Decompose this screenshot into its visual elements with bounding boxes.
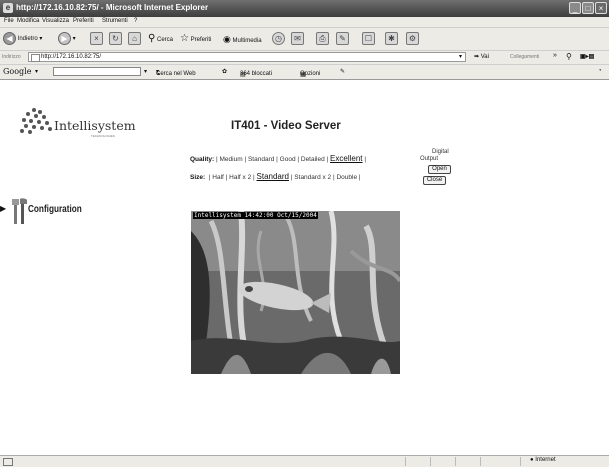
- google-settings-icon[interactable]: ◔: [598, 68, 602, 74]
- size-option[interactable]: Half: [212, 174, 224, 181]
- menu-modifica[interactable]: Modifica: [17, 18, 39, 24]
- page-status-icon: [3, 458, 13, 466]
- size-label: Size:: [190, 174, 206, 181]
- close-button[interactable]: Close: [423, 176, 446, 185]
- mail-icon[interactable]: ✉: [291, 32, 304, 45]
- history-icon[interactable]: ◷: [272, 32, 285, 45]
- discuss-icon[interactable]: ☐: [362, 32, 375, 45]
- google-search-input[interactable]: [53, 67, 141, 76]
- address-url: http://172.16.10.82:75/: [41, 54, 102, 60]
- back-button[interactable]: ◀ Indietro ▾: [3, 31, 42, 47]
- quality-row: Quality: | Medium | Standard | Good | De…: [190, 154, 367, 163]
- go-arrow-icon: ➡: [474, 54, 480, 60]
- size-option[interactable]: Half x 2: [229, 174, 251, 181]
- google-toolbar: Google ▾ ▾ ⚭ Cerca nel Web ▾ ✿ ▤ 364 blo…: [0, 65, 609, 80]
- page-content: Intellisystem TECHNOLOGIES ▶ Configurati…: [0, 80, 609, 455]
- search-button[interactable]: ⚲ Cerca: [148, 31, 173, 47]
- go-label: Vai: [480, 54, 489, 60]
- video-stream: Intellisystem 14:42:00 Oct/15/2004: [191, 211, 400, 374]
- extra-toolbar-icon[interactable]: ▣▸▤: [580, 53, 594, 60]
- zone-label: Internet: [535, 457, 556, 463]
- menu-strumenti[interactable]: Strumenti: [102, 18, 128, 24]
- window-titlebar: e http://172.16.10.82:75/ - Microsoft In…: [0, 0, 609, 17]
- size-row: Size: | Half | Half x 2 | Standard | Sta…: [190, 172, 361, 181]
- address-input[interactable]: http://172.16.10.82:75/: [28, 52, 466, 62]
- quality-option[interactable]: Good: [280, 156, 296, 163]
- google-logo[interactable]: Google: [3, 67, 31, 76]
- address-bar: Indirizzo http://172.16.10.82:75/ ▾ ➡ Va…: [0, 51, 609, 65]
- quality-option-selected[interactable]: Excellent: [330, 154, 362, 163]
- google-dropdown-icon[interactable]: ▾: [35, 68, 38, 75]
- search-toolbar-icon[interactable]: ⚲: [566, 52, 572, 61]
- ie-icon: e: [3, 3, 13, 13]
- highlight-icon[interactable]: ✎: [340, 68, 345, 75]
- logo-tagline: TECHNOLOGIES: [91, 134, 115, 138]
- forward-button[interactable]: ▶ ▾: [58, 31, 76, 47]
- standard-toolbar: ◀ Indietro ▾ ▶ ▾ × ↻ ⌂ ⚲ Cerca ☆ Preferi…: [0, 28, 609, 51]
- logo-dots-icon: [20, 108, 54, 134]
- search-icon: ⚲: [148, 33, 156, 44]
- configuration-link[interactable]: ▶ Configuration: [0, 195, 140, 225]
- video-frame-image: [191, 211, 400, 374]
- digital-label: Digital: [432, 149, 449, 155]
- forward-arrow-icon: ▶: [58, 31, 71, 45]
- globe-icon: ●: [530, 457, 534, 463]
- open-button[interactable]: Open: [428, 165, 451, 174]
- refresh-icon[interactable]: ↻: [109, 32, 122, 45]
- size-option[interactable]: Standard x 2: [294, 174, 331, 181]
- menu-preferiti[interactable]: Preferiti: [73, 18, 94, 24]
- address-dropdown-icon[interactable]: ▾: [459, 53, 462, 60]
- google-search-button[interactable]: ⚭ Cerca nel Web ▾: [156, 68, 196, 78]
- google-search-dropdown-icon[interactable]: ▾: [144, 68, 147, 75]
- minimize-button[interactable]: _: [569, 2, 581, 14]
- logo-name: Intellisystem: [54, 118, 136, 133]
- menu-visualizza[interactable]: Visualizza: [42, 18, 69, 24]
- output-label: Output: [420, 156, 439, 162]
- links-label[interactable]: Collegamenti: [510, 54, 539, 60]
- blocked-count: 364 bloccati: [240, 71, 273, 77]
- maximize-button[interactable]: □: [582, 2, 594, 14]
- google-search-label: Cerca nel Web: [156, 71, 196, 77]
- address-label: Indirizzo: [2, 54, 21, 60]
- tools-icon[interactable]: ⚙: [406, 32, 419, 45]
- video-timestamp: Intellisystem 14:42:00 Oct/15/2004: [193, 212, 318, 219]
- star-icon: ☆: [180, 33, 189, 44]
- options-label: Opzioni: [300, 71, 321, 77]
- home-icon[interactable]: ⌂: [128, 32, 141, 45]
- page-title: IT401 - Video Server: [231, 120, 341, 132]
- multimedia-button[interactable]: ◉ Multimedia: [223, 31, 262, 47]
- tools-config-icon: [12, 198, 27, 224]
- size-option-selected[interactable]: Standard: [257, 172, 289, 181]
- quality-label: Quality:: [190, 156, 215, 163]
- print-icon[interactable]: ⎙: [316, 32, 329, 45]
- links-chevron-icon[interactable]: »: [553, 52, 557, 59]
- size-option[interactable]: Double: [336, 174, 357, 181]
- multimedia-icon: ◉: [223, 34, 231, 44]
- page-icon: [31, 54, 40, 62]
- stop-icon[interactable]: ×: [90, 32, 103, 45]
- news-icon[interactable]: ✿: [222, 68, 227, 75]
- menu-bar: File Modifica Visualizza Preferiti Strum…: [0, 17, 609, 28]
- configuration-label: Configuration: [28, 204, 82, 215]
- status-bar: ● Internet: [0, 455, 609, 467]
- favorites-label: Preferiti: [190, 37, 212, 43]
- menu-file[interactable]: File: [4, 18, 14, 24]
- quality-option[interactable]: Detailed: [301, 156, 325, 163]
- quality-option[interactable]: Standard: [248, 156, 274, 163]
- back-label: Indietro: [17, 36, 38, 42]
- favorites-button[interactable]: ☆ Preferiti: [180, 31, 211, 47]
- quality-option[interactable]: Medium: [220, 156, 243, 163]
- back-arrow-icon: ◀: [3, 31, 16, 45]
- close-window-button[interactable]: ×: [595, 2, 607, 14]
- menu-help[interactable]: ?: [134, 18, 137, 24]
- go-button[interactable]: ➡ Vai: [474, 53, 489, 60]
- search-label: Cerca: [157, 37, 174, 43]
- messenger-icon[interactable]: ✱: [385, 32, 398, 45]
- window-title: http://172.16.10.82:75/ - Microsoft Inte…: [16, 3, 209, 12]
- security-zone: ● Internet: [530, 457, 556, 463]
- pointer-arrow-icon: ▶: [0, 204, 7, 213]
- edit-icon[interactable]: ✎: [336, 32, 349, 45]
- multimedia-label: Multimedia: [232, 38, 262, 44]
